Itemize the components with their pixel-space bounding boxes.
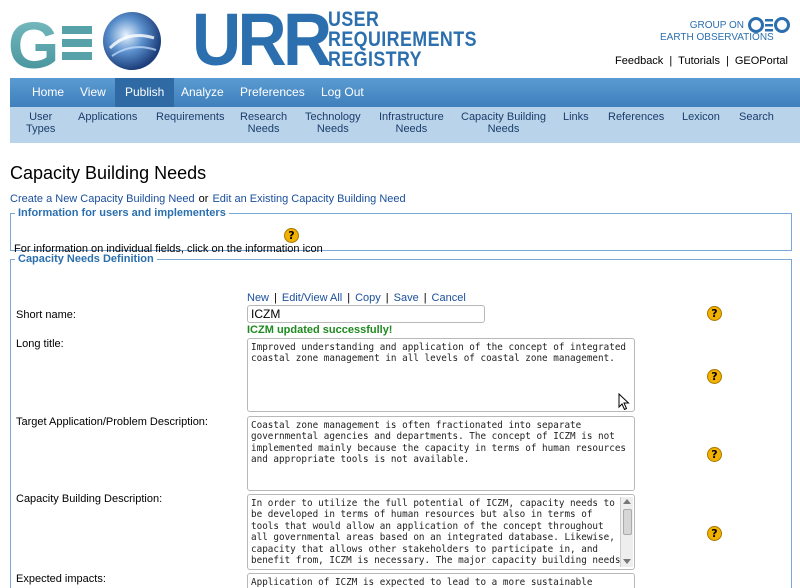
- expected-impacts-label: Expected impacts:: [16, 573, 106, 585]
- nav-analyze[interactable]: Analyze: [171, 78, 234, 107]
- page-title: Capacity Building Needs: [10, 163, 207, 183]
- separator: |: [423, 292, 427, 304]
- create-edit-links: Create a New Capacity Building Need or Edi…: [10, 193, 406, 205]
- subnav-label: Search: [739, 111, 774, 123]
- long-title-help-icon[interactable]: ?: [707, 369, 722, 384]
- copy-link[interactable]: Copy: [355, 292, 381, 304]
- urr-word-registry: REGISTRY: [328, 48, 422, 71]
- separator: |: [725, 55, 729, 67]
- subnav-label: Needs: [487, 123, 520, 135]
- subnav-label: Links: [563, 111, 589, 123]
- subnav-requirements[interactable]: Requirements: [156, 111, 224, 123]
- geoportal-link[interactable]: GEOPortal: [735, 55, 788, 67]
- subnav-infrastructure-needs[interactable]: Infrastructure Needs: [379, 111, 444, 135]
- geo-group-line-1: GROUP ON: [689, 20, 744, 31]
- capacity-help-icon[interactable]: ?: [707, 526, 722, 541]
- geo-mini-logo-icon: [748, 17, 790, 33]
- separator: |: [347, 292, 351, 304]
- top-links: Feedback | Tutorials | GEOPortal: [615, 55, 788, 67]
- subnav-label: Lexicon: [682, 111, 720, 123]
- subnav-label: Infrastructure: [379, 111, 444, 123]
- svg-text:G: G: [8, 8, 59, 74]
- target-label: Target Application/Problem Description:: [16, 416, 208, 428]
- nav-log-out[interactable]: Log Out: [311, 78, 374, 107]
- short-name-input[interactable]: ICZM: [247, 305, 485, 323]
- short-name-label: Short name:: [16, 309, 76, 321]
- subnav-links[interactable]: Links: [563, 111, 589, 123]
- subnav-user-types[interactable]: User Types: [26, 111, 55, 135]
- edit-existing-link[interactable]: Edit an Existing Capacity Building Need: [212, 193, 405, 205]
- separator: |: [669, 55, 673, 67]
- save-link[interactable]: Save: [394, 292, 419, 304]
- geo-group-logo: GROUP ON EARTH OBSERVATIONS: [660, 12, 790, 46]
- subnav-label: Capacity Building: [461, 111, 546, 123]
- subnav-label: Types: [26, 123, 56, 135]
- info-help-icon[interactable]: ?: [284, 228, 299, 243]
- scroll-thumb[interactable]: [623, 509, 632, 535]
- subnav-label: Needs: [247, 123, 280, 135]
- subnav-search[interactable]: Search: [739, 111, 774, 123]
- target-description-textarea[interactable]: Coastal zone management is often fractio…: [247, 416, 635, 491]
- nav-view[interactable]: View: [70, 78, 116, 107]
- cancel-link[interactable]: Cancel: [432, 292, 466, 304]
- separator: |: [274, 292, 277, 304]
- target-help-icon[interactable]: ?: [707, 447, 722, 462]
- subnav-capacity-building-needs[interactable]: Capacity Building Needs: [461, 111, 546, 135]
- geo-group-line-2: EARTH OBSERVATIONS: [660, 32, 774, 43]
- subnav-label: Requirements: [156, 111, 225, 123]
- scroll-down-icon[interactable]: [623, 559, 631, 564]
- success-message: ICZM updated successfully!: [247, 324, 393, 336]
- subnav-label: Technology: [305, 111, 361, 123]
- or-text: or: [198, 193, 209, 205]
- info-fieldset: Information for users and implementers F…: [10, 207, 792, 255]
- capacity-label: Capacity Building Description:: [16, 493, 163, 505]
- info-legend: Information for users and implementers: [18, 207, 226, 219]
- urr-logo[interactable]: URR USER REQUIREMENTS REGISTRY: [192, 0, 476, 81]
- urr-word-user: USER: [328, 8, 380, 31]
- subnav-references[interactable]: References: [608, 111, 664, 123]
- nav-preferences[interactable]: Preferences: [230, 78, 315, 107]
- subnav-lexicon[interactable]: Lexicon: [682, 111, 720, 123]
- urr-logo-letters: URR: [192, 0, 332, 81]
- capacity-description-textarea[interactable]: In order to utilize the full potential o…: [247, 494, 635, 570]
- action-links: New | Edit/View All | Copy | Save | Cancel: [247, 292, 466, 304]
- subnav-label: Needs: [316, 123, 349, 135]
- edit-view-all-link[interactable]: Edit/View All: [282, 292, 342, 304]
- subnav-research-needs[interactable]: Research Needs: [240, 111, 287, 135]
- expected-impacts-textarea[interactable]: Application of ICZM is expected to lead …: [247, 573, 635, 588]
- subnav-label: Research: [240, 111, 288, 123]
- new-link[interactable]: New: [247, 292, 269, 304]
- scroll-up-icon[interactable]: [623, 499, 631, 504]
- feedback-link[interactable]: Feedback: [615, 55, 663, 67]
- geo-group-text: GROUP ON EARTH OBSERVATIONS: [660, 20, 774, 44]
- separator: |: [385, 292, 389, 304]
- nav-publish[interactable]: Publish: [115, 78, 175, 107]
- nav-home[interactable]: Home: [22, 78, 74, 107]
- geo-logo[interactable]: G: [8, 8, 168, 74]
- capacity-needs-legend: Capacity Needs Definition: [18, 253, 154, 265]
- mouse-cursor-icon: [618, 393, 630, 411]
- subnav-label: Needs: [395, 123, 428, 135]
- tutorials-link[interactable]: Tutorials: [678, 55, 720, 67]
- subnav-applications[interactable]: Applications: [78, 111, 137, 123]
- capacity-scrollbar[interactable]: [620, 497, 633, 567]
- subnav-technology-needs[interactable]: Technology Needs: [305, 111, 361, 135]
- create-new-link[interactable]: Create a New Capacity Building Need: [10, 193, 195, 205]
- subnav-label: Applications: [78, 111, 138, 123]
- subnav-label: User: [29, 111, 53, 123]
- sub-nav: User Types Applications Requirements Rese…: [10, 107, 800, 143]
- header: G URR USER REQUIREMENTS REGISTRY GROUP O…: [0, 0, 800, 78]
- long-title-textarea[interactable]: Improved understanding and application o…: [247, 338, 635, 412]
- main-nav: Home View Publish Analyze Preferences Lo…: [10, 78, 800, 107]
- subnav-label: References: [608, 111, 665, 123]
- long-title-label: Long title:: [16, 338, 64, 350]
- urr-word-requirements: REQUIREMENTS: [328, 28, 477, 51]
- short-name-help-icon[interactable]: ?: [707, 306, 722, 321]
- urr-logo-words: USER REQUIREMENTS REGISTRY: [328, 8, 477, 71]
